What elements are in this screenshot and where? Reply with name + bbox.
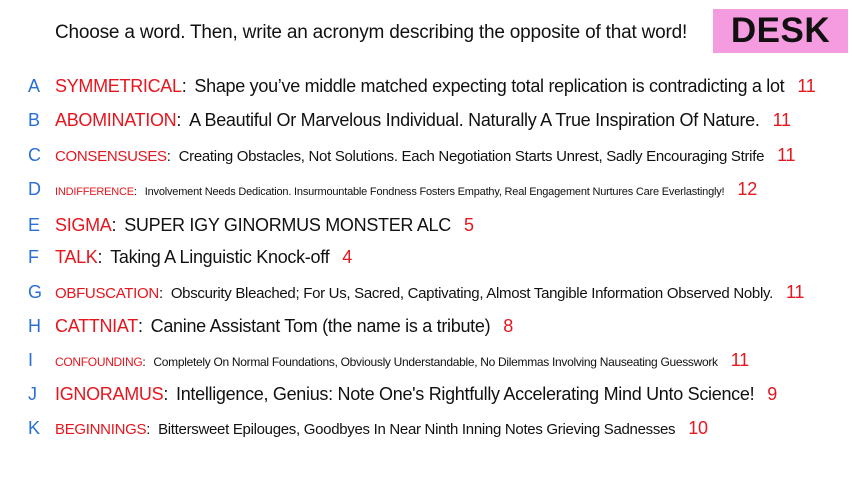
item-acronym-phrase: Completely On Normal Foundations, Obviou… — [153, 355, 718, 369]
item-letter-count: 11 — [777, 145, 796, 165]
item-acronym-phrase: Taking A Linguistic Knock-off — [110, 247, 330, 267]
item-acronym-phrase: A Beautiful Or Marvelous Individual. Nat… — [189, 110, 760, 130]
item-word: SYMMETRICAL — [55, 76, 182, 96]
item-acronym-phrase: SUPER IGY GINORMUS MONSTER ALC — [124, 215, 451, 235]
item-acronym-phrase: Obscurity Bleached; For Us, Sacred, Capt… — [170, 285, 773, 302]
item-letter: G — [28, 282, 43, 302]
item-letter-count: 11 — [797, 76, 816, 96]
list-item: H CATTNIAT: Canine Assistant Tom (the na… — [28, 316, 513, 336]
item-word: INDIFFERENCE — [55, 186, 134, 198]
list-item: C CONSENSUSES: Creating Obstacles, Not S… — [28, 145, 796, 165]
item-acronym-phrase: Creating Obstacles, Not Solutions. Each … — [178, 148, 765, 165]
item-word: TALK — [55, 247, 98, 267]
item-letter: E — [28, 215, 41, 235]
list-item: B ABOMINATION: A Beautiful Or Marvelous … — [28, 110, 791, 130]
item-word: CATTNIAT — [55, 316, 138, 336]
list-item: D INDIFFERENCE: Involvement Needs Dedica… — [28, 179, 758, 199]
list-item: J IGNORAMUS: Intelligence, Genius: Note … — [28, 384, 777, 404]
item-letter: C — [28, 145, 41, 165]
item-letter-count: 11 — [730, 350, 749, 370]
list-item: F TALK: Taking A Linguistic Knock-off 4 — [28, 247, 353, 267]
item-acronym-phrase: Involvement Needs Dedication. Insurmount… — [144, 186, 725, 198]
item-word: CONFOUNDING — [55, 355, 143, 369]
item-letter: D — [28, 179, 41, 199]
item-word: SIGMA — [55, 215, 112, 235]
item-acronym-phrase: Intelligence, Genius: Note One's Rightfu… — [176, 384, 755, 404]
item-letter-count: 12 — [737, 179, 758, 199]
instruction-text: Choose a word. Then, write an acronym de… — [55, 22, 688, 43]
item-letter: F — [28, 247, 39, 267]
item-acronym-phrase: Bittersweet Epilouges, Goodbyes In Near … — [158, 421, 676, 438]
item-letter: I — [28, 350, 34, 370]
item-acronym-phrase: Shape you’ve middle matched expecting to… — [194, 76, 785, 96]
list-item: G OBFUSCATION: Obscurity Bleached; For U… — [28, 282, 805, 302]
item-letter: H — [28, 316, 41, 336]
item-letter-count: 5 — [463, 215, 474, 235]
item-letter: B — [28, 110, 41, 130]
item-letter: J — [28, 384, 37, 404]
item-word: ABOMINATION — [55, 110, 177, 130]
item-letter: A — [28, 76, 41, 96]
item-letter-count: 8 — [503, 316, 513, 336]
item-letter-count: 11 — [785, 282, 805, 302]
item-letter-count: 9 — [767, 384, 777, 404]
desk-badge: DESK — [713, 9, 848, 53]
item-word: BEGINNINGS — [55, 421, 147, 438]
list-item: I CONFOUNDING: Completely On Normal Foun… — [28, 350, 749, 370]
list-item: K BEGINNINGS: Bittersweet Epilouges, Goo… — [28, 418, 708, 438]
list-item: E SIGMA: SUPER IGY GINORMUS MONSTER ALC … — [28, 215, 474, 235]
item-letter-count: 4 — [342, 247, 353, 267]
item-letter-count: 10 — [688, 418, 708, 438]
item-word: OBFUSCATION — [55, 285, 159, 302]
list-item: A SYMMETRICAL: Shape you’ve middle match… — [28, 76, 816, 96]
item-acronym-phrase: Canine Assistant Tom (the name is a trib… — [150, 316, 491, 336]
item-letter-count: 11 — [772, 110, 791, 130]
item-letter: K — [28, 418, 41, 438]
item-word: CONSENSUSES — [55, 148, 167, 165]
item-word: IGNORAMUS — [55, 384, 164, 404]
